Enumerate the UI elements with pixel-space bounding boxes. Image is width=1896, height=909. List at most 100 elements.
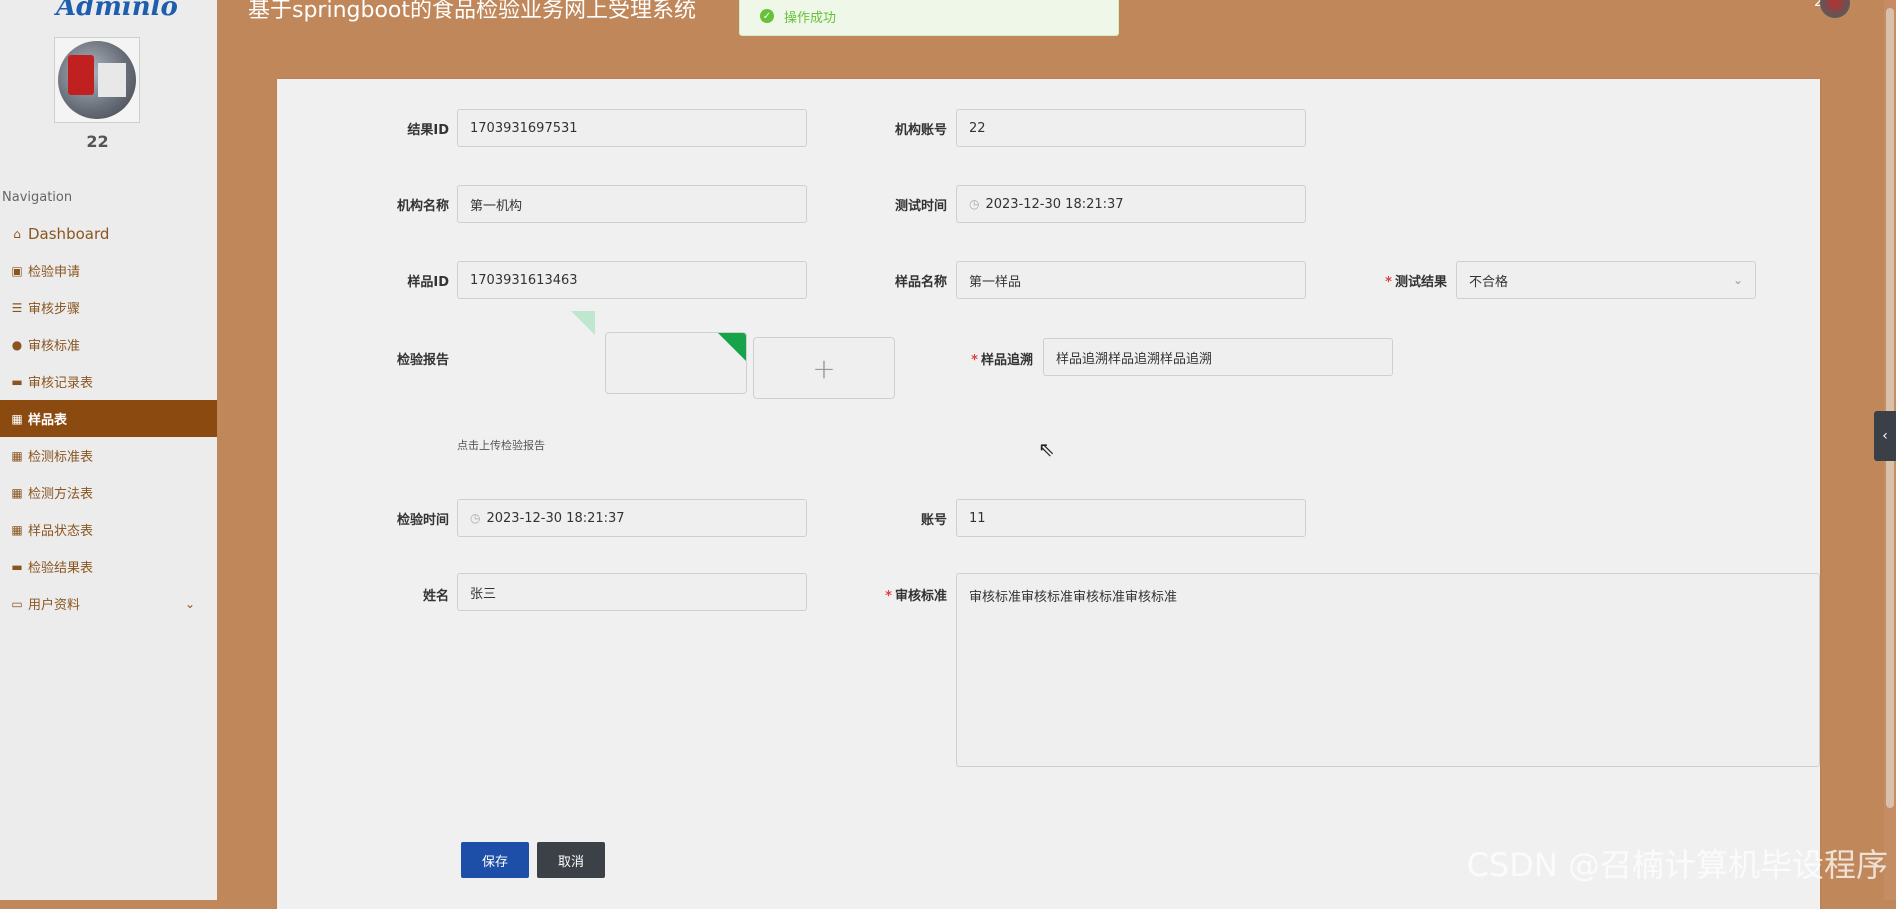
sidebar-item-review-steps[interactable]: ☰ 审核步骤 [0, 289, 217, 326]
sidebar-item-review-standard[interactable]: ● 审核标准 [0, 326, 217, 363]
clipboard-icon: ▣ [11, 263, 23, 278]
sidebar: Adminlo 22 Navigation ⌂ Dashboard ▣ 检验申请… [0, 0, 217, 900]
sidebar-item-dashboard[interactable]: ⌂ Dashboard [0, 215, 217, 252]
test-time-value: 2023-12-30 18:21:37 [985, 196, 1124, 212]
trace-label-text: 样品追溯 [980, 353, 1033, 368]
result-id-label: 结果ID [407, 123, 449, 138]
test-result-label-text: 测试结果 [1394, 275, 1447, 290]
list-icon: ☰ [11, 300, 23, 315]
sidebar-item-label: 检验申请 [28, 265, 81, 280]
inspect-time-value: 2023-12-30 18:21:37 [486, 510, 625, 526]
sidebar-item-label: Dashboard [28, 224, 110, 243]
sidebar-item-test-methods[interactable]: ▦ 检测方法表 [0, 474, 217, 511]
result-id-value: 1703931697531 [470, 120, 578, 136]
chevron-down-icon: ⌄ [1732, 273, 1743, 287]
sidebar-avatar-frame [54, 37, 140, 123]
required-mark: * [1385, 275, 1392, 290]
inspect-time-label: 检验时间 [396, 513, 449, 528]
org-name-label: 机构名称 [396, 199, 449, 214]
report-upload-button[interactable]: + [753, 337, 895, 399]
sidebar-item-samples[interactable]: ▦ 样品表 [0, 400, 217, 437]
test-time-label: 测试时间 [894, 199, 947, 214]
grid-icon: ▦ [11, 522, 23, 537]
org-account-field[interactable]: 22 [956, 109, 1306, 147]
monitor-icon: ▬ [11, 374, 23, 389]
avatar[interactable] [58, 41, 136, 119]
standard-textarea[interactable]: 审核标准审核标准审核标准审核标准 [956, 573, 1820, 767]
sidebar-item-sample-status[interactable]: ▦ 样品状态表 [0, 511, 217, 548]
sidebar-item-label: 审核步骤 [28, 302, 81, 317]
required-mark: * [885, 589, 892, 604]
result-id-field[interactable]: 1703931697531 [457, 109, 807, 147]
name-value: 张三 [470, 586, 497, 602]
page-title: 基于springboot的食品检验业务网上受理系统 [248, 0, 697, 23]
profile-icon: ▭ [11, 596, 23, 611]
name-field[interactable]: 张三 [457, 573, 807, 611]
account-label: 账号 [920, 513, 947, 528]
inspect-time-field[interactable]: ◷ 2023-12-30 18:21:37 [457, 499, 807, 537]
plus-icon: + [812, 351, 836, 385]
trace-label: * 样品追溯 [913, 349, 1033, 368]
org-name-value: 第一机构 [470, 198, 523, 214]
sample-name-value: 第一样品 [969, 274, 1022, 290]
sidebar-item-label: 审核记录表 [28, 376, 94, 391]
form-card: 结果ID 1703931697531 机构账号 22 机构名称 第一机构 测试时… [277, 79, 1820, 909]
report-thumbnail[interactable] [605, 332, 747, 394]
upload-corner-marker [571, 311, 595, 335]
sidebar-item-label: 审核标准 [28, 339, 81, 354]
standard-label-text: 审核标准 [894, 589, 947, 604]
test-result-value: 不合格 [1469, 274, 1509, 290]
side-panel-toggle[interactable]: ‹ [1874, 411, 1896, 461]
scrollbar-thumb[interactable] [1886, 8, 1894, 808]
uploaded-status-icon [718, 333, 746, 361]
home-icon: ⌂ [13, 226, 21, 241]
sidebar-item-label: 检测方法表 [28, 487, 94, 502]
cancel-button[interactable]: 取消 [537, 842, 605, 878]
clock-icon: ◷ [969, 197, 980, 211]
trace-value: 样品追溯样品追溯样品追溯 [1056, 351, 1213, 367]
sidebar-item-inspection-request[interactable]: ▣ 检验申请 [0, 252, 217, 289]
sample-id-field[interactable]: 1703931613463 [457, 261, 807, 299]
sidebar-item-label: 检测标准表 [28, 450, 94, 465]
header-avatar[interactable] [1820, 0, 1850, 18]
app-logo: Adminlo [56, 0, 178, 22]
grid-icon: ▦ [11, 448, 23, 463]
account-value: 11 [969, 510, 986, 526]
nav-title: Navigation [2, 190, 73, 205]
sample-name-field[interactable]: 第一样品 [956, 261, 1306, 299]
sample-id-value: 1703931613463 [470, 272, 578, 288]
trace-field[interactable]: 样品追溯样品追溯样品追溯 [1043, 338, 1393, 376]
standard-value: 审核标准审核标准审核标准审核标准 [969, 590, 1178, 605]
test-time-field[interactable]: ◷ 2023-12-30 18:21:37 [956, 185, 1306, 223]
test-result-label: * 测试结果 [1327, 271, 1447, 290]
sidebar-item-test-results[interactable]: ▬ 检验结果表 [0, 548, 217, 585]
sidebar-item-label: 样品状态表 [28, 524, 94, 539]
upload-hint: 点击上传检验报告 [457, 439, 545, 452]
org-account-value: 22 [969, 120, 986, 136]
save-button[interactable]: 保存 [461, 842, 529, 878]
sidebar-item-test-standards[interactable]: ▦ 检测标准表 [0, 437, 217, 474]
sample-id-label: 样品ID [407, 275, 449, 290]
sidebar-item-user-profile[interactable]: ▭ 用户资料 ⌄ [0, 585, 217, 622]
sidebar-item-review-records[interactable]: ▬ 审核记录表 [0, 363, 217, 400]
user-icon: ● [11, 337, 23, 352]
sidebar-user-name: 22 [86, 132, 109, 151]
success-toast: ✓ 操作成功 [739, 0, 1119, 36]
nav-list: ⌂ Dashboard ▣ 检验申请 ☰ 审核步骤 ● 审核标准 ▬ 审核记录表… [0, 215, 217, 622]
check-icon: ✓ [760, 9, 774, 23]
org-name-field[interactable]: 第一机构 [457, 185, 807, 223]
name-label: 姓名 [422, 589, 449, 604]
account-field[interactable]: 11 [956, 499, 1306, 537]
grid-icon: ▦ [11, 411, 23, 426]
sidebar-item-label: 样品表 [28, 413, 68, 428]
test-result-select[interactable]: 不合格 ⌄ [1456, 261, 1756, 299]
sidebar-item-label: 检验结果表 [28, 561, 94, 576]
chevron-left-icon: ‹ [1882, 428, 1888, 444]
sidebar-item-label: 用户资料 [28, 598, 81, 613]
clock-icon: ◷ [470, 511, 481, 525]
chevron-down-icon: ⌄ [184, 596, 195, 611]
mouse-cursor-icon: ⇖ [1038, 437, 1055, 461]
required-mark: * [971, 353, 978, 368]
monitor-icon: ▬ [11, 559, 23, 574]
toast-text: 操作成功 [784, 10, 837, 26]
